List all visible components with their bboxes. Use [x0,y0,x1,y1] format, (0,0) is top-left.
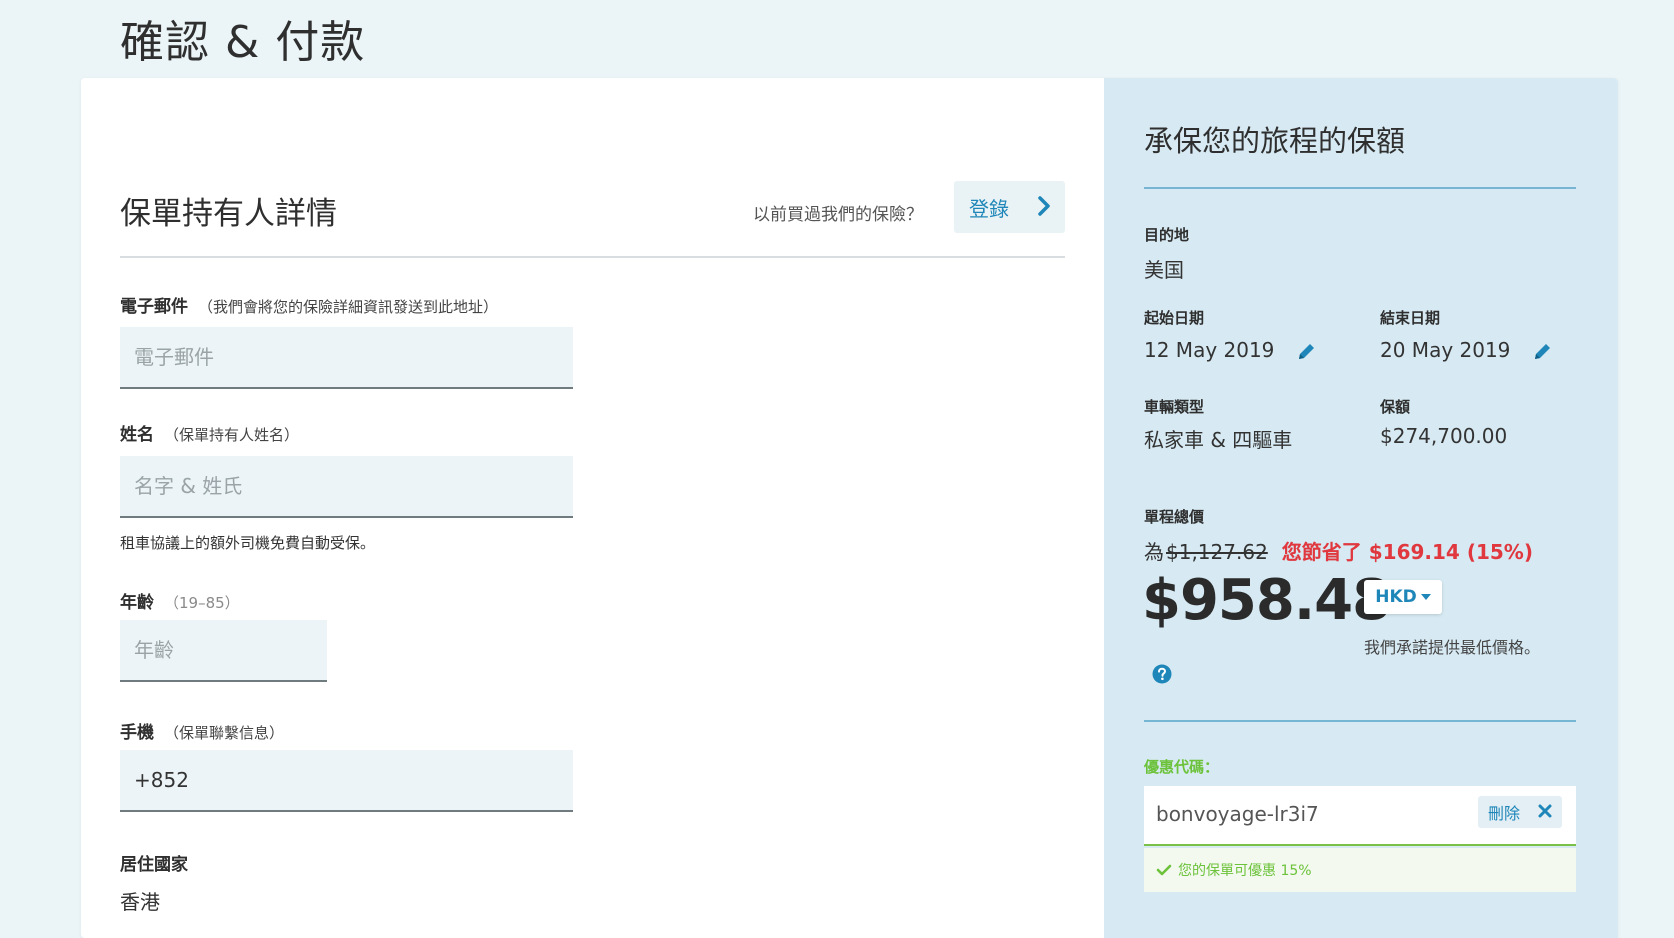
end-date-value: 20 May 2019 [1380,338,1553,363]
email-hint: （我們會將您的保險詳細資訊發送到此地址） [198,298,499,316]
residence-value: 香港 [120,890,160,914]
close-icon [1538,804,1552,818]
start-date-value: 12 May 2019 [1144,338,1317,363]
original-price-line: 為 $1,127.62 您節省了 $169.14 (15%) [1144,536,1533,565]
name-hint: （保單持有人姓名） [164,426,300,444]
original-price: $1,127.62 [1166,540,1268,564]
destination-label: 目的地 [1144,226,1190,244]
checkout-card: 保單持有人詳情 以前買過我們的保險？ 登錄 電子郵件 （我們會將您的保險詳細資訊發… [81,78,1618,938]
savings-text: 您節省了 $169.14 (15%) [1281,540,1533,564]
age-hint: （19–85） [164,594,240,612]
promo-status: 您的保單可優惠 15% [1144,848,1576,892]
total-price: $958.48 [1142,568,1391,633]
chevron-right-icon [1038,196,1050,216]
summary-divider-top [1144,187,1576,189]
age-input[interactable] [120,620,327,682]
vehicle-type-value: 私家車 & 四驅車 [1144,428,1293,452]
mobile-label: 手機 （保單聯繫信息） [120,723,285,743]
page-title: 確認 & 付款 [120,17,366,68]
summary-title: 承保您的旅程的保額 [1144,124,1406,158]
login-button-label: 登錄 [969,196,1009,221]
coverage-label: 保額 [1380,398,1411,416]
promo-code-field[interactable]: bonvoyage-lr3i7 刪除 [1144,786,1576,846]
promo-code-value: bonvoyage-lr3i7 [1156,802,1319,826]
currency-dropdown[interactable]: HKD [1364,580,1442,614]
destination-value: 美国 [1144,258,1184,282]
email-input[interactable] [120,327,573,389]
additional-driver-note: 租車協議上的額外司機免費自動受保。 [120,534,376,552]
residence-label: 居住國家 [120,855,188,875]
mobile-input[interactable] [120,750,573,812]
check-icon [1156,864,1172,876]
summary-divider-bottom [1144,720,1576,722]
name-label: 姓名 （保單持有人姓名） [120,425,300,445]
policyholder-form: 保單持有人詳情 以前買過我們的保險？ 登錄 電子郵件 （我們會將您的保險詳細資訊發… [81,78,1103,938]
coverage-summary: 承保您的旅程的保額 目的地 美国 起始日期 12 May 2019 結束日期 2… [1104,78,1618,938]
total-price-label: 單程總價 [1144,508,1205,526]
login-button[interactable]: 登錄 [954,181,1065,233]
was-prefix: 為 [1144,540,1164,564]
start-date-label: 起始日期 [1144,309,1205,327]
pencil-icon[interactable] [1531,341,1553,363]
end-date-label: 結束日期 [1380,309,1441,327]
question-circle-icon[interactable] [1152,664,1172,684]
remove-promo-button[interactable]: 刪除 [1478,796,1562,828]
currency-value: HKD [1375,587,1417,607]
price-promise: 我們承諾提供最低價格。 [1364,638,1541,657]
promo-code-label: 優惠代碼： [1144,758,1220,776]
remove-promo-label: 刪除 [1488,804,1521,823]
section-divider [120,256,1065,258]
caret-down-icon [1420,594,1431,600]
coverage-value: $274,700.00 [1380,424,1508,448]
name-input[interactable] [120,456,573,518]
mobile-hint: （保單聯繫信息） [164,724,285,742]
age-label: 年齡 （19–85） [120,593,240,613]
vehicle-type-label: 車輛類型 [1144,398,1205,416]
email-label: 電子郵件 （我們會將您的保險詳細資訊發送到此地址） [120,297,499,317]
pencil-icon[interactable] [1295,341,1317,363]
policyholder-section-title: 保單持有人詳情 [120,196,337,232]
promo-status-text: 您的保單可優惠 15% [1178,863,1312,879]
login-prompt: 以前買過我們的保險？ [753,205,923,225]
